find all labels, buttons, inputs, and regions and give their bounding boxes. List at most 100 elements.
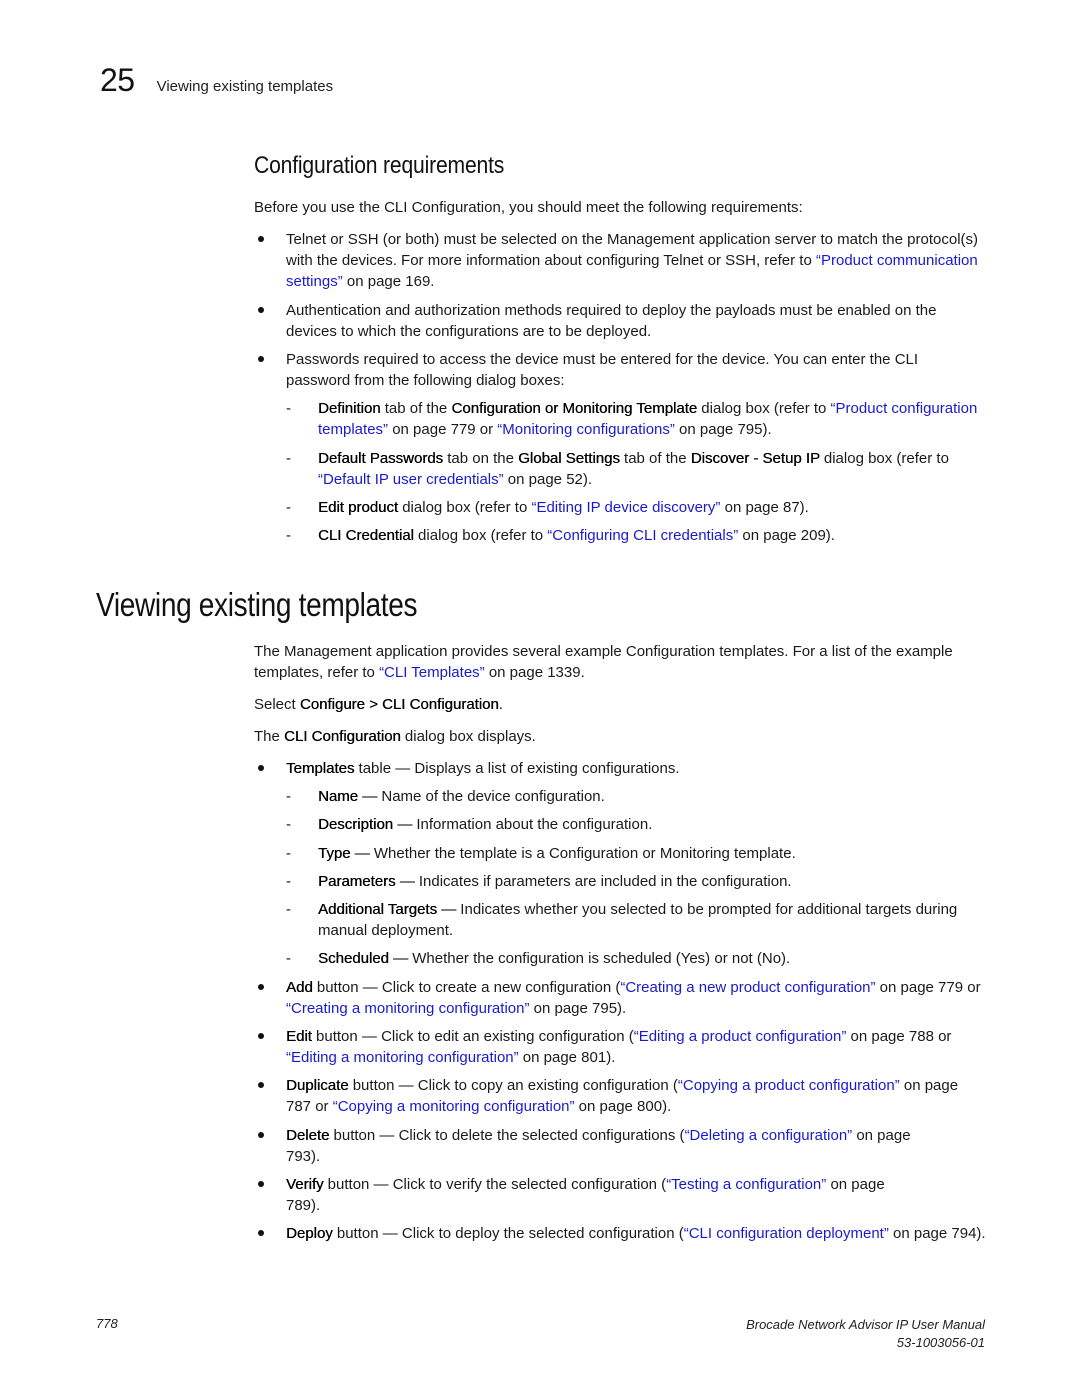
term: Parameters —	[318, 873, 415, 890]
item-text: Name of the device configuration.	[377, 788, 605, 805]
list-item: Edit button — Click to edit an existing …	[258, 1026, 986, 1068]
link-default-ip-user-credentials[interactable]: “Default IP user credentials”	[318, 471, 504, 488]
link-monitoring-configurations[interactable]: “Monitoring configurations”	[497, 421, 675, 438]
paragraph-text: The	[254, 728, 285, 745]
term: Name —	[318, 788, 378, 805]
sub-list-item: - Definition tab of the Configuration or…	[286, 398, 988, 440]
link-cli-configuration-deployment[interactable]: “CLI configuration deployment”	[684, 1225, 889, 1242]
paragraph-text: The Management application provides seve…	[254, 643, 953, 681]
link-editing-monitoring-configuration[interactable]: “Editing a monitoring configuration”	[286, 1049, 519, 1066]
term: Definition	[318, 400, 381, 417]
footer-page-number: 778	[96, 1316, 118, 1331]
paragraph-text: .	[498, 696, 503, 713]
item-text: dialog box (refer to	[398, 499, 532, 516]
item-text: button — Click to create a new configura…	[312, 979, 621, 996]
item-text: Indicates if parameters are included in …	[414, 873, 792, 890]
item-text: button — Click to delete the selected co…	[329, 1127, 685, 1144]
link-copying-monitoring-configuration[interactable]: “Copying a monitoring configuration”	[333, 1098, 575, 1115]
intro-text: Before you use the CLI Configuration, yo…	[254, 199, 803, 216]
term: Edit	[286, 1028, 312, 1045]
list-item: Delete button — Click to delete the sele…	[258, 1125, 946, 1167]
link-editing-product-configuration[interactable]: “Editing a product configuration”	[634, 1028, 847, 1045]
sub-list-item: - Default Passwords tab on the Global Se…	[286, 448, 988, 490]
term: Description —	[318, 816, 413, 833]
item-text: on page 801).	[518, 1049, 616, 1066]
menu-path: Configure > CLI Configuration	[299, 696, 499, 713]
dash-icon: -	[286, 901, 291, 918]
term: Configuration or Monitoring Template	[451, 400, 698, 417]
link-creating-monitoring-configuration[interactable]: “Creating a monitoring configuration”	[286, 1000, 529, 1017]
paragraph-text: Select	[254, 696, 300, 713]
paragraph: Select Configure > CLI Configuration.	[254, 694, 989, 715]
sub-list-item: - Type — Whether the template is a Confi…	[286, 843, 988, 864]
dash-icon: -	[286, 788, 291, 805]
running-title: Viewing existing templates	[156, 78, 334, 95]
chapter-number: 25	[100, 62, 135, 98]
term: Scheduled —	[318, 950, 409, 967]
item-text: tab of the	[380, 400, 452, 417]
item-text: on page 795).	[529, 1000, 627, 1017]
list-item: Authentication and authorization methods…	[258, 300, 986, 342]
sub-list-item: - Additional Targets — Indicates whether…	[286, 899, 988, 941]
link-deleting-configuration[interactable]: “Deleting a configuration”	[685, 1127, 853, 1144]
term: CLI Configuration	[284, 728, 401, 745]
item-text: tab of the	[619, 450, 691, 467]
term: Edit product	[318, 499, 399, 516]
paragraph: The Management application provides seve…	[254, 641, 989, 683]
sub-list-item: - CLI Credential dialog box (refer to “C…	[286, 525, 988, 546]
dash-icon: -	[286, 950, 291, 967]
item-text: on page 795).	[674, 421, 772, 438]
bullet-icon	[258, 1181, 264, 1187]
item-text: on page 209).	[738, 527, 835, 544]
term: Delete	[286, 1127, 330, 1144]
item-text: table — Displays a list of existing conf…	[354, 760, 680, 777]
term: Duplicate	[286, 1077, 349, 1094]
list-item: Add button — Click to create a new confi…	[258, 977, 986, 1019]
item-text: dialog box (refer to	[697, 400, 831, 417]
item-text: button — Click to verify the selected co…	[323, 1176, 667, 1193]
term: Add	[286, 979, 313, 996]
list-item: Deploy button — Click to deploy the sele…	[258, 1223, 986, 1244]
intro-paragraph: Before you use the CLI Configuration, yo…	[254, 197, 989, 218]
term: Default Passwords	[318, 450, 444, 467]
running-header: 25 Viewing existing templates	[100, 62, 333, 99]
link-testing-configuration[interactable]: “Testing a configuration”	[666, 1176, 826, 1193]
list-item: Verify button — Click to verify the sele…	[258, 1174, 916, 1216]
term: CLI Credential	[318, 527, 414, 544]
item-text: Whether the template is a Configuration …	[369, 845, 796, 862]
item-text: button — Click to copy an existing confi…	[348, 1077, 678, 1094]
bullet-icon	[258, 1082, 264, 1088]
item-text: button — Click to edit an existing confi…	[311, 1028, 634, 1045]
dash-icon: -	[286, 499, 291, 516]
term: Discover - Setup IP	[690, 450, 820, 467]
link-editing-ip-device-discovery[interactable]: “Editing IP device discovery”	[531, 499, 720, 516]
item-text: dialog box (refer to	[413, 527, 548, 544]
footer-manual-title: Brocade Network Advisor IP User Manual	[746, 1317, 985, 1332]
link-configuring-cli-credentials[interactable]: “Configuring CLI credentials”	[547, 527, 738, 544]
list-item: Templates table — Displays a list of exi…	[258, 758, 986, 779]
bullet-icon	[258, 1230, 264, 1236]
link-cli-templates[interactable]: “CLI Templates”	[379, 664, 485, 681]
dash-icon: -	[286, 816, 291, 833]
item-text: on page 788 or	[846, 1028, 952, 1045]
section-heading-configuration-requirements: Configuration requirements	[254, 152, 505, 179]
list-item: Telnet or SSH (or both) must be selected…	[258, 229, 986, 292]
bullet-icon	[258, 1132, 264, 1138]
paragraph-text: on page 1339.	[484, 664, 585, 681]
list-item: Duplicate button — Click to copy an exis…	[258, 1075, 986, 1117]
term: Verify	[286, 1176, 324, 1193]
item-text: tab on the	[443, 450, 519, 467]
dash-icon: -	[286, 400, 291, 417]
link-copying-product-configuration[interactable]: “Copying a product configuration”	[678, 1077, 900, 1094]
paragraph-text: dialog box displays.	[400, 728, 536, 745]
term: Global Settings	[518, 450, 620, 467]
sub-list-item: - Name — Name of the device configuratio…	[286, 786, 988, 807]
term: Deploy	[286, 1225, 333, 1242]
link-creating-new-product-configuration[interactable]: “Creating a new product configuration”	[620, 979, 875, 996]
item-text: on page 779 or	[388, 421, 498, 438]
list-item: Passwords required to access the device …	[258, 349, 986, 391]
dash-icon: -	[286, 527, 291, 544]
dash-icon: -	[286, 450, 291, 467]
section-heading-viewing-existing-templates: Viewing existing templates	[96, 586, 418, 623]
item-text: Passwords required to access the device …	[286, 351, 919, 389]
